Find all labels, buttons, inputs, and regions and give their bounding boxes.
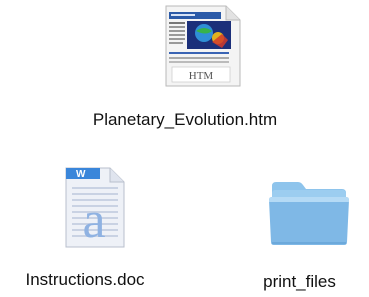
folder-label-print-files: print_files <box>263 272 336 291</box>
htm-badge-text: HTM <box>189 70 214 82</box>
w-badge-text: W <box>76 169 86 180</box>
file-item-instructions-doc[interactable]: W a Instructions.doc <box>0 160 170 297</box>
folder-item-print-files[interactable]: print_files <box>230 160 369 297</box>
word-document-icon: W a <box>60 165 130 249</box>
file-item-planetary-evolution[interactable]: HTM Planetary_Evolution.htm <box>60 0 310 150</box>
file-label-planetary-evolution: Planetary_Evolution.htm <box>92 110 278 129</box>
folder-icon <box>266 178 352 248</box>
doc-glyph: a <box>82 192 105 249</box>
file-label-instructions-doc: Instructions.doc <box>25 270 145 289</box>
html-document-icon: HTM <box>160 2 244 88</box>
